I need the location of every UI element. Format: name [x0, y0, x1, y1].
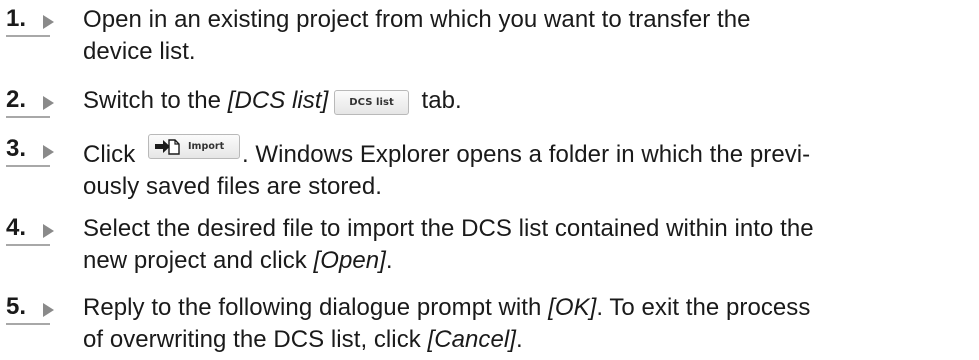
step-text-segment: Reply to the following dialogue prompt w… — [83, 294, 549, 321]
step-text-segment: . — [385, 247, 393, 274]
step-number-underline — [6, 116, 50, 118]
step-text-segment: . — [515, 326, 523, 353]
step-arrow-icon — [43, 303, 54, 317]
step-text-segment: . Windows Explorer opens a folder in whi… — [241, 141, 811, 168]
step-arrow-icon — [43, 15, 54, 29]
step-text: Reply to the following dialogue prompt w… — [83, 292, 973, 356]
step-text-segment: new project and click — [83, 247, 314, 274]
step-text: Select the desired file to import the DC… — [83, 213, 973, 277]
step-text-line: ously saved files are stored. — [83, 173, 382, 200]
step-text: Switch to the [DCS list] DCS list tab. — [83, 85, 973, 117]
step-number-underline — [6, 35, 50, 37]
step-text-segment: . To exit the process — [596, 294, 811, 321]
step-text-line: device list. — [83, 38, 196, 65]
step-number: 4. — [6, 214, 27, 241]
button-reference: [OK] — [548, 294, 597, 321]
button-reference: [Cancel] — [427, 326, 516, 353]
step-arrow-icon — [43, 96, 54, 110]
import-icon — [154, 139, 180, 155]
step-text-line: Open in an existing project from which y… — [83, 6, 751, 33]
step-text-segment: Click — [83, 141, 142, 168]
step-text-segment: Switch to the — [83, 87, 228, 114]
step-arrow-icon — [43, 224, 54, 238]
step-number-underline — [6, 244, 50, 246]
step-number: 3. — [6, 135, 27, 162]
step-number-underline — [6, 165, 50, 167]
menu-reference: [DCS list] — [227, 87, 329, 114]
button-reference: [Open] — [313, 247, 386, 274]
step-number: 5. — [6, 293, 27, 320]
step-text-line: Select the desired file to import the DC… — [83, 215, 814, 242]
step-text: Open in an existing project from which y… — [83, 4, 973, 68]
step-arrow-icon — [43, 145, 54, 159]
step-text-segment: of overwriting the DCS list, click — [83, 326, 428, 353]
import-button[interactable]: Import — [147, 134, 240, 159]
import-button-label: Import — [187, 141, 225, 152]
step-text-segment: tab. — [414, 87, 462, 114]
step-number-underline — [6, 323, 50, 325]
step-number: 2. — [6, 86, 27, 113]
step-text: Click Import . Windows Explorer opens a f… — [83, 134, 973, 203]
dcs-list-tab-button[interactable]: DCS list — [334, 90, 409, 115]
step-number: 1. — [6, 5, 27, 32]
